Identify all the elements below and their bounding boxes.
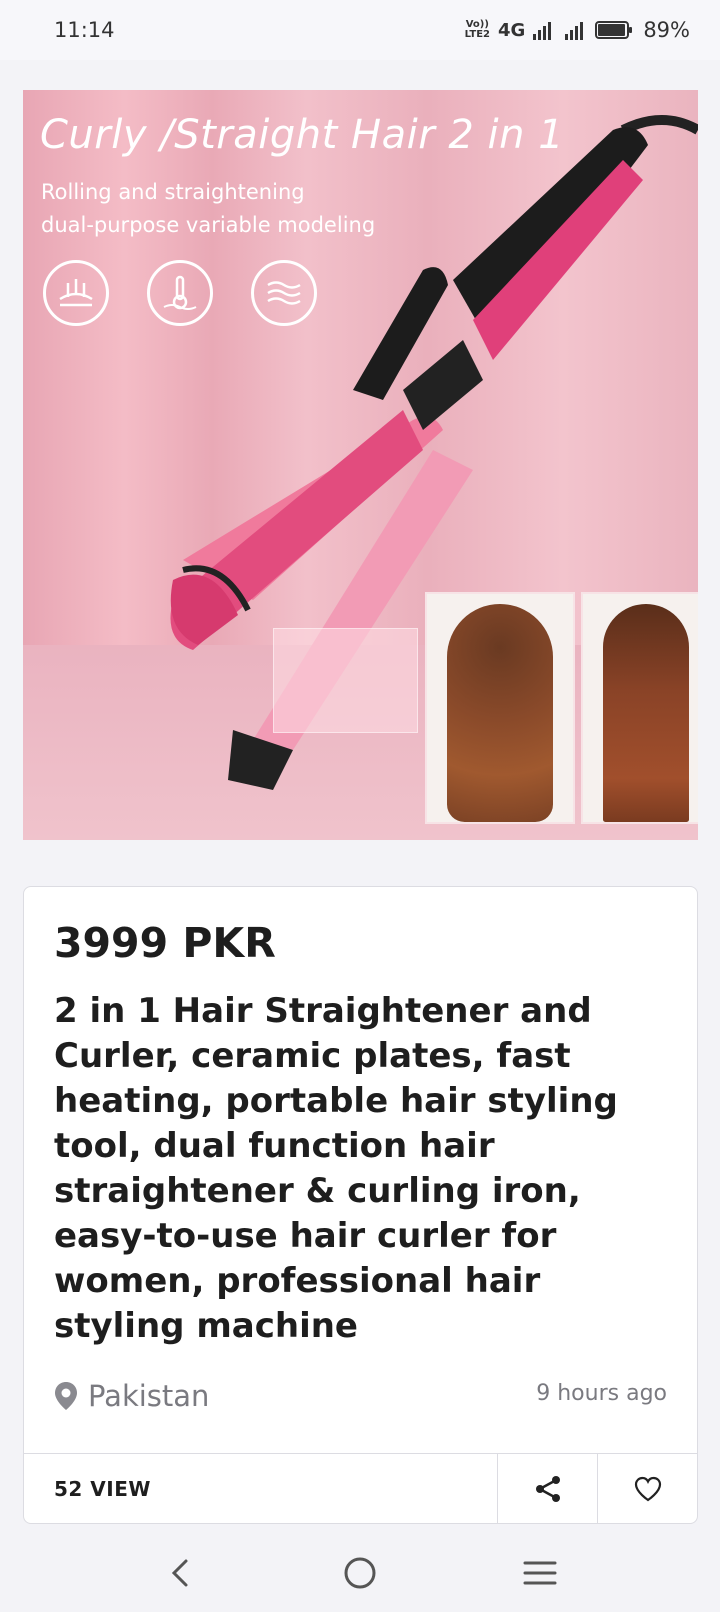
straight-hair-photo <box>581 592 698 824</box>
status-time: 11:14 <box>54 18 115 42</box>
listing-location: Pakistan <box>54 1379 209 1413</box>
curly-hair-photo <box>425 592 575 824</box>
status-icons: Vo)) LTE2 4G 89% <box>465 18 690 42</box>
favorite-button[interactable] <box>597 1454 697 1523</box>
view-count: 52 VIEW <box>54 1476 151 1501</box>
chevron-left-icon <box>171 1559 188 1587</box>
hamburger-menu-icon <box>523 1561 557 1585</box>
battery-percent: 89% <box>643 18 690 42</box>
nav-home-button[interactable] <box>330 1543 390 1603</box>
product-image[interactable]: Curly /Straight Hair 2 in 1 Rolling and … <box>23 90 698 840</box>
nav-menu-button[interactable] <box>510 1543 570 1603</box>
heart-icon <box>634 1476 661 1501</box>
location-pin-icon <box>55 1382 77 1410</box>
signal-sim2-icon <box>565 20 584 40</box>
listing-footer: 52 VIEW <box>24 1453 697 1523</box>
volte-icon: Vo)) LTE2 <box>464 19 490 40</box>
status-bar: 11:14 Vo)) LTE2 4G 89% <box>0 0 720 60</box>
listing-card: 3999 PKR 2 in 1 Hair Straightener and Cu… <box>23 886 698 1524</box>
network-type: 4G <box>498 19 526 41</box>
listing-title: 2 in 1 Hair Straightener and Curler, cer… <box>54 991 618 1346</box>
nav-back-button[interactable] <box>150 1543 210 1603</box>
location-text: Pakistan <box>88 1379 210 1413</box>
thumbnail-reflection <box>273 628 418 733</box>
listing-price: 3999 PKR <box>54 919 276 967</box>
circle-home-icon <box>344 1557 376 1589</box>
system-nav-bar <box>0 1534 720 1612</box>
share-button[interactable] <box>497 1454 597 1523</box>
share-icon <box>535 1475 560 1502</box>
battery-icon <box>595 21 633 39</box>
posted-time: 9 hours ago <box>536 1381 667 1406</box>
signal-sim1-icon <box>533 20 552 40</box>
